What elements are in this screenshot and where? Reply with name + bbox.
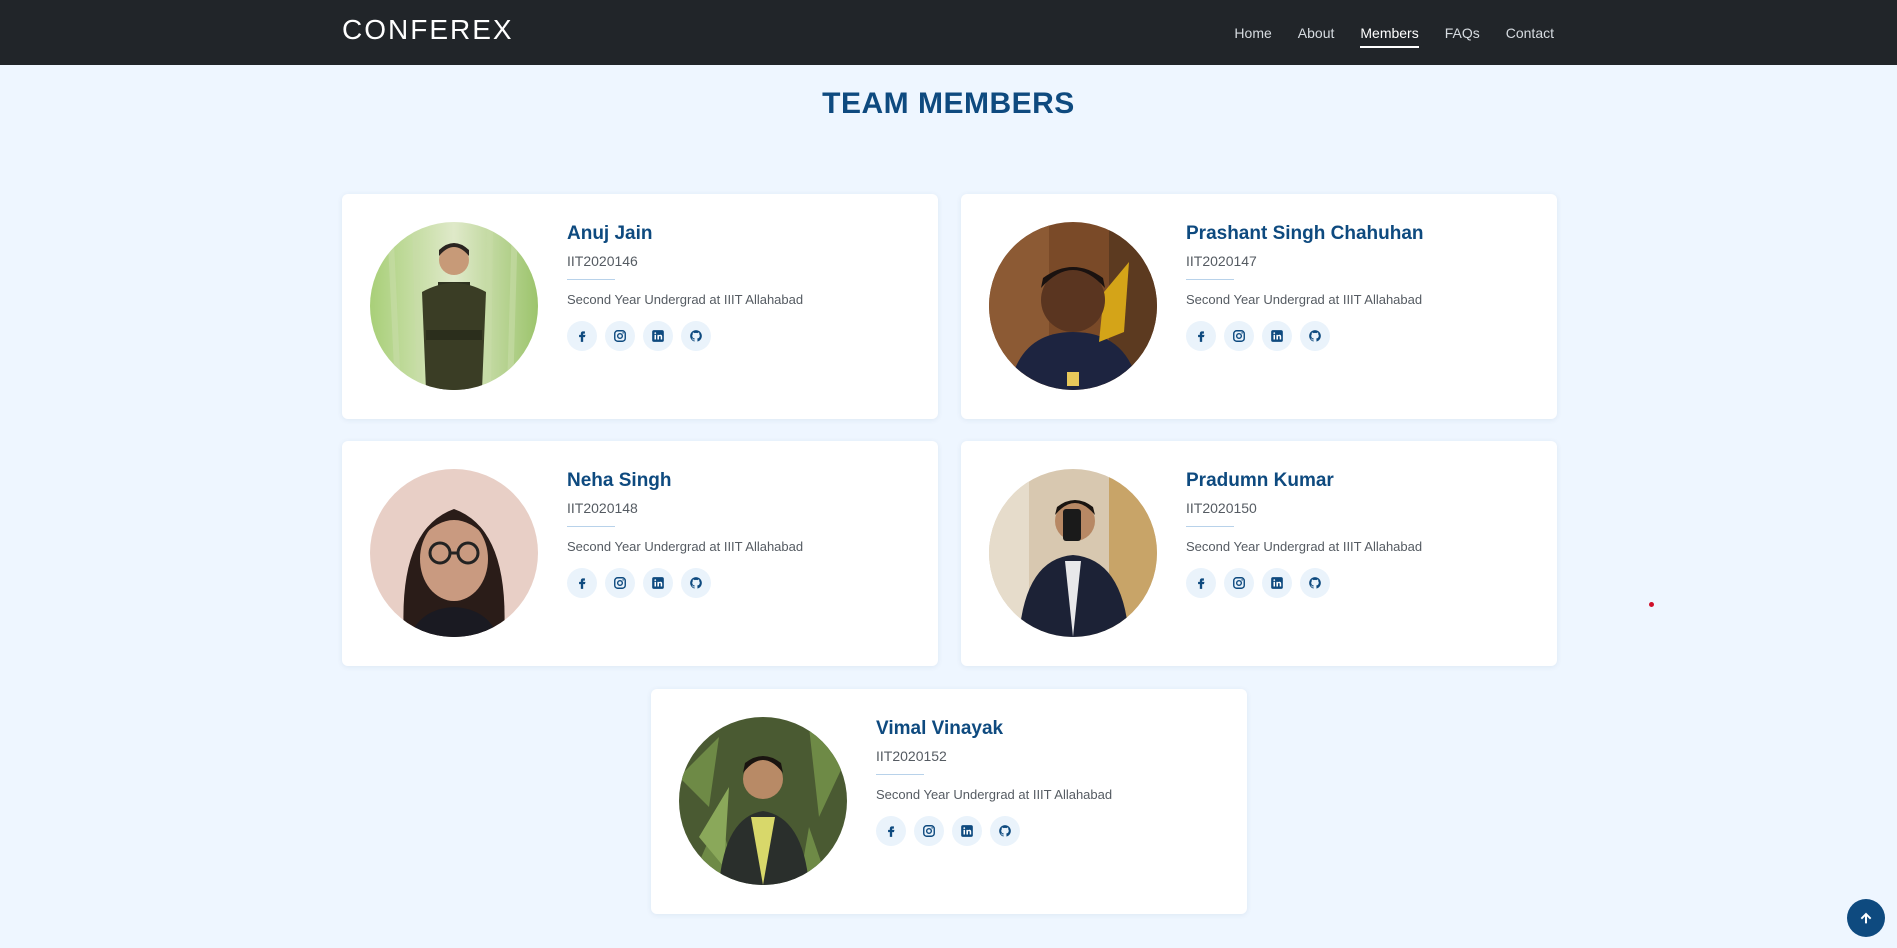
facebook-link[interactable]: [567, 321, 597, 351]
github-link[interactable]: [990, 816, 1020, 846]
nav-contact[interactable]: Contact: [1506, 21, 1554, 45]
linkedin-link[interactable]: [643, 321, 673, 351]
instagram-link[interactable]: [605, 568, 635, 598]
member-description: Second Year Undergrad at IIIT Allahabad: [567, 539, 804, 554]
member-id: IIT2020147: [1186, 253, 1257, 269]
github-icon: [998, 824, 1012, 838]
nav-members[interactable]: Members: [1360, 21, 1420, 48]
github-icon: [1308, 576, 1322, 590]
member-id: IIT2020146: [567, 253, 638, 269]
avatar: [370, 469, 538, 637]
member-name: Pradumn Kumar: [1186, 470, 1334, 491]
linkedin-icon: [960, 824, 974, 838]
member-name: Anuj Jain: [567, 223, 653, 244]
facebook-link[interactable]: [567, 568, 597, 598]
member-description: Second Year Undergrad at IIIT Allahabad: [876, 787, 1113, 802]
instagram-icon: [1232, 329, 1246, 343]
github-icon: [689, 576, 703, 590]
member-id: IIT2020148: [567, 500, 638, 516]
instagram-icon: [922, 824, 936, 838]
facebook-icon: [1194, 329, 1208, 343]
avatar: [989, 469, 1157, 637]
facebook-icon: [575, 576, 589, 590]
member-id: IIT2020152: [876, 748, 947, 764]
member-info: Neha Singh IIT2020148 Second Year Underg…: [567, 470, 927, 598]
avatar: [989, 222, 1157, 390]
nav-faqs[interactable]: FAQs: [1445, 21, 1480, 45]
linkedin-link[interactable]: [643, 568, 673, 598]
member-card: Vimal Vinayak IIT2020152 Second Year Und…: [651, 689, 1247, 914]
github-link[interactable]: [681, 568, 711, 598]
github-link[interactable]: [1300, 321, 1330, 351]
instagram-icon: [1232, 576, 1246, 590]
linkedin-icon: [1270, 329, 1284, 343]
back-to-top-button[interactable]: [1847, 899, 1885, 937]
member-name: Neha Singh: [567, 470, 672, 491]
linkedin-icon: [651, 576, 665, 590]
divider: [1186, 526, 1234, 527]
linkedin-link[interactable]: [1262, 568, 1292, 598]
linkedin-link[interactable]: [1262, 321, 1292, 351]
nav-home[interactable]: Home: [1234, 21, 1271, 45]
member-info: Pradumn Kumar IIT2020150 Second Year Und…: [1186, 470, 1546, 598]
social-links: [1186, 321, 1546, 351]
page-title: TEAM MEMBERS: [822, 87, 1075, 120]
arrow-up-icon: [1860, 912, 1872, 924]
member-description: Second Year Undergrad at IIIT Allahabad: [1186, 539, 1423, 554]
instagram-icon: [613, 329, 627, 343]
avatar: [370, 222, 538, 390]
facebook-link[interactable]: [1186, 568, 1216, 598]
divider: [567, 279, 615, 280]
facebook-icon: [1194, 576, 1208, 590]
divider: [876, 774, 924, 775]
member-name: Prashant Singh Chahuhan: [1186, 223, 1424, 244]
github-link[interactable]: [681, 321, 711, 351]
github-icon: [689, 329, 703, 343]
facebook-icon: [575, 329, 589, 343]
facebook-link[interactable]: [876, 816, 906, 846]
instagram-link[interactable]: [914, 816, 944, 846]
member-card: Pradumn Kumar IIT2020150 Second Year Und…: [961, 441, 1557, 666]
divider: [1186, 279, 1234, 280]
member-card: Neha Singh IIT2020148 Second Year Underg…: [342, 441, 938, 666]
member-name: Vimal Vinayak: [876, 718, 1004, 739]
member-id: IIT2020150: [1186, 500, 1257, 516]
avatar: [679, 717, 847, 885]
social-links: [567, 321, 927, 351]
member-info: Vimal Vinayak IIT2020152 Second Year Und…: [876, 718, 1236, 846]
member-card: Prashant Singh Chahuhan IIT2020147 Secon…: [961, 194, 1557, 419]
social-links: [567, 568, 927, 598]
instagram-link[interactable]: [1224, 321, 1254, 351]
instagram-icon: [613, 576, 627, 590]
social-links: [876, 816, 1236, 846]
linkedin-icon: [651, 329, 665, 343]
member-info: Prashant Singh Chahuhan IIT2020147 Secon…: [1186, 223, 1546, 351]
divider: [567, 526, 615, 527]
navbar: CONFEREX Home About Members FAQs Contact: [0, 0, 1897, 65]
linkedin-icon: [1270, 576, 1284, 590]
social-links: [1186, 568, 1546, 598]
nav-menu: Home About Members FAQs Contact: [1208, 0, 1554, 65]
cursor-dot: [1649, 602, 1654, 607]
facebook-link[interactable]: [1186, 321, 1216, 351]
member-info: Anuj Jain IIT2020146 Second Year Undergr…: [567, 223, 927, 351]
nav-about[interactable]: About: [1298, 21, 1335, 45]
instagram-link[interactable]: [1224, 568, 1254, 598]
instagram-link[interactable]: [605, 321, 635, 351]
brand-logo[interactable]: CONFEREX: [342, 14, 514, 46]
member-description: Second Year Undergrad at IIIT Allahabad: [1186, 292, 1423, 307]
member-card: Anuj Jain IIT2020146 Second Year Undergr…: [342, 194, 938, 419]
linkedin-link[interactable]: [952, 816, 982, 846]
github-link[interactable]: [1300, 568, 1330, 598]
facebook-icon: [884, 824, 898, 838]
github-icon: [1308, 329, 1322, 343]
member-description: Second Year Undergrad at IIIT Allahabad: [567, 292, 804, 307]
